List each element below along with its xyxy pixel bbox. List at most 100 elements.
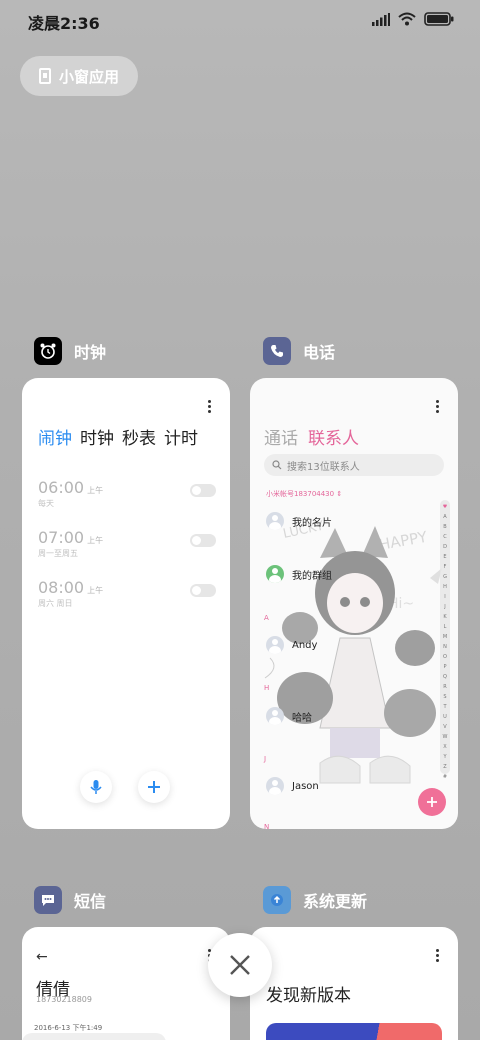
alphabet-index-letter[interactable]: O [443, 652, 447, 662]
art-happy-text: HAPPY [378, 528, 430, 554]
alphabet-index-letter[interactable]: G [443, 572, 447, 582]
search-icon [272, 460, 282, 470]
alphabet-index-letter[interactable]: ♥ [443, 502, 447, 512]
alphabet-index-letter[interactable]: I [444, 592, 445, 602]
contact-item[interactable]: 我的群组 [266, 565, 332, 583]
clock-app-header[interactable]: 时钟 [34, 337, 106, 365]
phone-app-name: 电话 [303, 343, 336, 362]
system-update-icon [263, 886, 291, 914]
tab-calls[interactable]: 通话 [264, 424, 298, 449]
plus-icon [148, 781, 160, 793]
contact-name: 我的名片 [292, 517, 332, 529]
clock-recent-card[interactable]: 闹钟 时钟 秒表 计时 06:00 上午 每天 07:00 上午 周一至周五 08:… [22, 378, 230, 829]
contact-name: Andy [292, 639, 318, 651]
status-icons [372, 12, 454, 26]
alarm-row[interactable]: 06:00 上午 每天 [38, 478, 216, 518]
message-bubble [22, 1033, 166, 1040]
update-app-header[interactable]: 系统更新 [263, 886, 367, 914]
alphabet-index-letter[interactable]: S [443, 692, 446, 702]
clock-app-name: 时钟 [74, 343, 107, 362]
section-letter: J [264, 755, 267, 763]
tab-stopwatch[interactable]: 秒表 [122, 424, 156, 449]
tab-clock[interactable]: 时钟 [80, 424, 114, 449]
contact-name: 我的群组 [292, 570, 332, 582]
conversation-contact-number: 18730218809 [36, 995, 92, 1004]
alarm-time: 08:00 [38, 578, 85, 597]
alarm-row[interactable]: 08:00 上午 周六 周日 [38, 578, 216, 618]
alphabet-index-letter[interactable]: B [443, 522, 446, 532]
alarm-row[interactable]: 07:00 上午 周一至周五 [38, 528, 216, 568]
tab-timer[interactable]: 计时 [164, 424, 198, 449]
section-letter: H [264, 684, 270, 692]
contact-item[interactable]: Andy [266, 636, 317, 654]
avatar [266, 636, 284, 654]
alphabet-index-letter[interactable]: X [443, 742, 446, 752]
contact-item[interactable]: Jason [266, 777, 319, 795]
more-menu-icon[interactable] [436, 949, 440, 962]
alphabet-index-letter[interactable]: H [443, 582, 447, 592]
section-letter: N [264, 823, 270, 829]
battery-icon [424, 12, 454, 26]
alphabet-index-letter[interactable]: N [443, 642, 447, 652]
alphabet-index-letter[interactable]: # [443, 772, 447, 782]
alarm-toggle[interactable] [190, 534, 216, 547]
alphabet-index-letter[interactable]: M [443, 632, 447, 642]
floating-window-label: 小窗应用 [58, 67, 119, 86]
alphabet-index-letter[interactable]: Q [443, 672, 447, 682]
contact-item[interactable]: 我的名片 [266, 512, 332, 530]
sms-app-header[interactable]: 短信 [34, 886, 106, 914]
alphabet-index-letter[interactable]: V [443, 722, 446, 732]
update-recent-card[interactable]: 发现新版本 [250, 927, 458, 1040]
floating-window-apps-button[interactable]: 小窗应用 [20, 56, 138, 96]
alphabet-index-letter[interactable]: J [444, 602, 445, 612]
status-time: 凌晨2:36 [28, 14, 100, 33]
alphabet-index-letter[interactable]: Z [443, 762, 446, 772]
phone-recent-card[interactable]: 通话 联系人 搜索13位联系人 小米帐号183704430 ⇕ LUCKY HA… [250, 378, 458, 829]
alarm-days: 周六 周日 [38, 599, 73, 608]
avatar [266, 777, 284, 795]
search-placeholder: 搜索13位联系人 [287, 461, 360, 473]
alarm-ampm: 上午 [87, 536, 104, 545]
alphabet-index-letter[interactable]: Y [443, 752, 446, 762]
alarm-ampm: 上午 [87, 486, 104, 495]
alphabet-index-letter[interactable]: E [443, 552, 446, 562]
contact-name: Jason [292, 780, 319, 792]
alarm-toggle[interactable] [190, 584, 216, 597]
phone-app-header[interactable]: 电话 [263, 337, 335, 365]
more-menu-icon[interactable] [436, 400, 440, 413]
wifi-icon [398, 12, 416, 26]
alphabet-index-letter[interactable]: C [443, 532, 447, 542]
update-app-name: 系统更新 [303, 892, 368, 911]
alarm-clock-icon [34, 337, 62, 365]
alphabet-index-letter[interactable]: L [444, 622, 447, 632]
alphabet-index-letter[interactable]: U [443, 712, 447, 722]
alarm-days: 每天 [38, 499, 54, 508]
alphabet-index-bar[interactable]: ♥ A B C D E F G H I J K L M N O P Q R S T U V W X Y Z # [440, 500, 450, 780]
sms-recent-card[interactable]: ← 倩倩 18730218809 2016-6-13 下午1:49 [22, 927, 230, 1040]
contact-item[interactable]: 哈哈 [266, 707, 312, 725]
alarm-days: 周一至周五 [38, 549, 78, 558]
alphabet-index-letter[interactable]: P [443, 662, 446, 672]
tab-alarm[interactable]: 闹钟 [38, 424, 72, 449]
alphabet-index-letter[interactable]: W [443, 732, 448, 742]
more-menu-icon[interactable] [208, 400, 212, 413]
update-title: 发现新版本 [266, 986, 351, 1006]
alphabet-index-letter[interactable]: A [443, 512, 446, 522]
add-alarm-button[interactable] [138, 771, 170, 803]
alarm-toggle[interactable] [190, 484, 216, 497]
microphone-icon [90, 780, 102, 794]
contact-search-field[interactable]: 搜索13位联系人 [264, 454, 444, 476]
signal-icon [372, 12, 390, 26]
add-contact-button[interactable] [418, 788, 446, 816]
alphabet-index-letter[interactable]: K [443, 612, 446, 622]
alphabet-index-letter[interactable]: D [443, 542, 447, 552]
clear-all-button[interactable] [208, 933, 272, 997]
contact-name: 哈哈 [292, 712, 312, 724]
alphabet-index-letter[interactable]: F [444, 562, 447, 572]
alphabet-index-letter[interactable]: T [443, 702, 446, 712]
voice-alarm-button[interactable] [80, 771, 112, 803]
back-arrow-icon[interactable]: ← [36, 949, 48, 965]
alphabet-index-letter[interactable]: R [443, 682, 446, 692]
tab-contacts[interactable]: 联系人 [308, 424, 359, 449]
avatar [266, 707, 284, 725]
